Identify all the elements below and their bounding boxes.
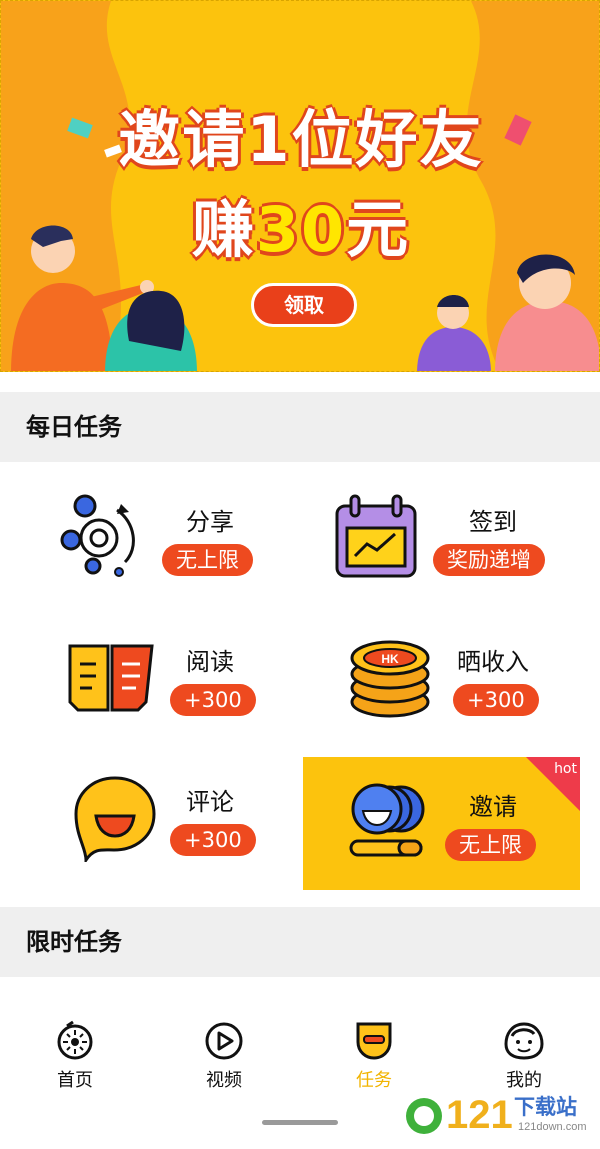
task-checkin-badge: 奖励递增: [433, 544, 545, 576]
claim-button[interactable]: 领取: [251, 283, 357, 327]
task-checkin[interactable]: 签到 奖励递增: [303, 472, 580, 606]
invite-banner[interactable]: 邀请1位好友 赚30元 领取: [0, 0, 600, 372]
banner-reward-line: 赚30元: [1, 179, 599, 269]
nav-home[interactable]: 首页: [25, 1020, 125, 1092]
limited-tasks-header: 限时任务: [0, 907, 600, 977]
task-read-label: 阅读: [186, 648, 234, 676]
task-checkin-label: 签到: [469, 508, 517, 536]
task-show-income-badge: +300: [453, 684, 539, 716]
home-indicator[interactable]: [262, 1120, 338, 1125]
nav-video[interactable]: 视频: [174, 1020, 274, 1092]
video-play-icon: [205, 1022, 243, 1060]
task-share-badge: 无上限: [162, 544, 253, 576]
task-invite[interactable]: 邀请 无上限 hot: [303, 757, 580, 890]
invite-coins-icon: [349, 783, 425, 857]
task-mask-icon: [356, 1022, 392, 1060]
nav-tasks[interactable]: 任务: [324, 1020, 424, 1092]
share-orbit-icon: [60, 494, 135, 577]
daily-tasks-header: 每日任务: [0, 392, 600, 462]
task-read-badge: +300: [170, 684, 256, 716]
profile-face-icon: [504, 1022, 544, 1060]
hot-tag: hot: [526, 757, 580, 811]
hot-tag-text: hot: [554, 761, 577, 777]
task-show-income-label: 晒收入: [457, 648, 529, 676]
task-comment[interactable]: 评论 +300: [0, 752, 277, 886]
home-kiwi-icon: [57, 1020, 93, 1060]
banner-reward-amount: 30: [255, 193, 347, 266]
banner-headline: 邀请1位好友: [118, 103, 484, 176]
banner-reward-suffix: 元: [346, 193, 411, 266]
open-book-icon: [68, 644, 154, 712]
calendar-checkin-icon: [335, 494, 417, 578]
watermark-sub: 121down.com: [518, 1121, 587, 1133]
banner-reward-prefix: 赚: [191, 193, 256, 266]
task-show-income[interactable]: HK 晒收入 +300: [303, 612, 580, 746]
nav-video-label: 视频: [206, 1070, 242, 1091]
task-invite-badge: 无上限: [445, 829, 536, 861]
chat-bubble-icon: [74, 776, 156, 862]
nav-profile[interactable]: 我的: [474, 1020, 574, 1092]
nav-home-label: 首页: [57, 1070, 93, 1091]
task-comment-badge: +300: [170, 824, 256, 856]
task-share[interactable]: 分享 无上限: [0, 472, 277, 606]
watermark-text: 下载站: [514, 1095, 577, 1119]
task-read[interactable]: 阅读 +300: [0, 612, 277, 746]
task-comment-label: 评论: [186, 788, 234, 816]
task-center-page: 邀请1位好友 赚30元 领取 每日任务 分享 无上限 签到 奖励递增 阅读 +3…: [0, 0, 600, 1149]
coin-stack-icon: HK: [350, 640, 430, 718]
task-share-label: 分享: [186, 508, 234, 536]
site-watermark-logo: 121 下载站 121down.com: [406, 1093, 587, 1137]
svg-text:HK: HK: [381, 652, 399, 666]
watermark-number: 121: [446, 1093, 513, 1137]
